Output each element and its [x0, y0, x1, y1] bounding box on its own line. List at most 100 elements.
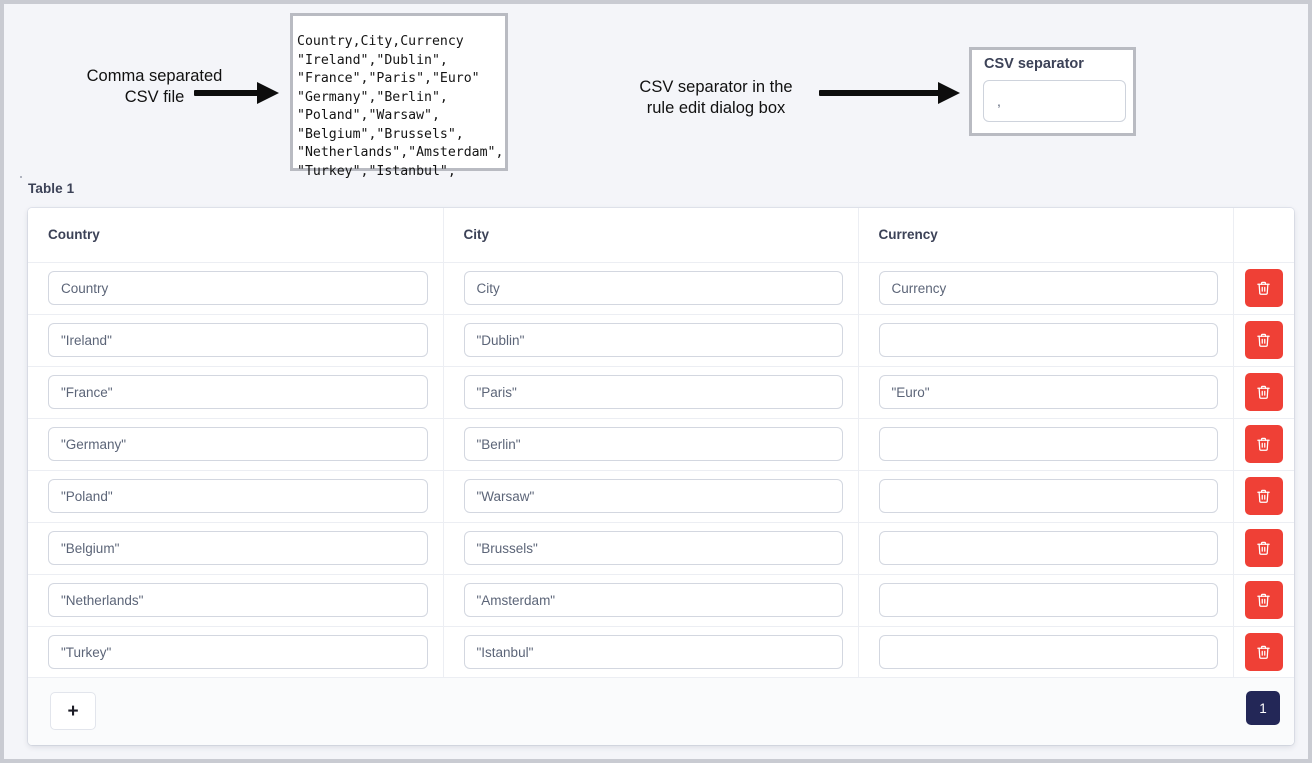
- column-header-city: City: [443, 208, 859, 263]
- table-row: [28, 418, 1294, 471]
- cell-input-currency[interactable]: [878, 635, 1218, 669]
- table-cell-actions: [1233, 366, 1294, 419]
- table-cell-city: [443, 522, 859, 575]
- table-cell-currency: [858, 522, 1234, 575]
- delete-row-button[interactable]: [1244, 633, 1283, 671]
- table-cell-city: [443, 366, 859, 419]
- cell-input-country[interactable]: [48, 531, 428, 565]
- cell-input-city[interactable]: [463, 427, 843, 461]
- trash-icon: [1256, 280, 1271, 296]
- delete-row-button[interactable]: [1244, 581, 1283, 619]
- cell-input-currency[interactable]: [878, 531, 1218, 565]
- table-cell-currency: [858, 574, 1234, 627]
- annotation-separator-label: CSV separator in the rule edit dialog bo…: [639, 78, 793, 117]
- table-header-row: Country City Currency: [28, 208, 1294, 263]
- delete-row-button[interactable]: [1244, 477, 1283, 515]
- trash-icon: [1256, 384, 1271, 400]
- csv-file-preview-box: Country,City,Currency "Ireland","Dublin"…: [290, 13, 508, 179]
- table-cell-currency: [858, 262, 1234, 315]
- table-row: [28, 366, 1294, 419]
- table-cell-currency: [858, 470, 1234, 523]
- table-cell-city: [443, 314, 859, 367]
- cell-input-city[interactable]: [463, 375, 843, 409]
- table-row: [28, 522, 1294, 575]
- cell-input-city[interactable]: [463, 583, 843, 617]
- table-footer: + 1: [28, 677, 1294, 745]
- table-cell-country: [28, 262, 444, 315]
- table-cell-currency: [858, 314, 1234, 367]
- table-cell-actions: [1233, 626, 1294, 679]
- trash-icon: [1256, 592, 1271, 608]
- arrow-head: [938, 82, 960, 104]
- csv-file-content: Country,City,Currency "Ireland","Dublin"…: [297, 34, 504, 179]
- table-title: Table 1: [28, 181, 75, 196]
- column-header-actions: [1233, 208, 1294, 263]
- delete-row-button[interactable]: [1244, 529, 1283, 567]
- table-cell-currency: [858, 626, 1234, 679]
- table-cell-actions: [1233, 418, 1294, 471]
- cell-input-country[interactable]: [48, 271, 428, 305]
- table-cell-country: [28, 470, 444, 523]
- cell-input-country[interactable]: [48, 323, 428, 357]
- table-cell-city: [443, 470, 859, 523]
- delete-row-button[interactable]: [1244, 269, 1283, 307]
- table-row: [28, 314, 1294, 367]
- table-cell-actions: [1233, 574, 1294, 627]
- column-header-country: Country: [28, 208, 444, 263]
- table-cell-actions: [1233, 314, 1294, 367]
- trash-icon: [1256, 436, 1271, 452]
- table-cell-city: [443, 626, 859, 679]
- cell-input-currency[interactable]: [878, 323, 1218, 357]
- table-row: [28, 626, 1294, 679]
- table-cell-country: [28, 574, 444, 627]
- arrow-shaft: [819, 90, 941, 96]
- annotation-arrow-right-icon: [194, 80, 280, 106]
- cell-input-country[interactable]: [48, 479, 428, 513]
- table-cell-actions: [1233, 470, 1294, 523]
- table-cell-country: [28, 522, 444, 575]
- cell-input-currency[interactable]: [878, 479, 1218, 513]
- cell-input-city[interactable]: [463, 271, 843, 305]
- table-row: [28, 262, 1294, 315]
- table-cell-country: [28, 418, 444, 471]
- trash-icon: [1256, 644, 1271, 660]
- delete-row-button[interactable]: [1244, 321, 1283, 359]
- table-card: Country City Currency + 1: [28, 208, 1294, 745]
- trash-icon: [1256, 540, 1271, 556]
- cell-input-city[interactable]: [463, 323, 843, 357]
- table-row: [28, 470, 1294, 523]
- cell-input-country[interactable]: [48, 583, 428, 617]
- add-row-button[interactable]: +: [50, 692, 96, 730]
- pagination: 1: [1246, 691, 1280, 725]
- table-cell-city: [443, 574, 859, 627]
- delete-row-button[interactable]: [1244, 425, 1283, 463]
- trash-icon: [1256, 488, 1271, 504]
- cell-input-currency[interactable]: [878, 375, 1218, 409]
- cell-input-country[interactable]: [48, 635, 428, 669]
- screenshot-root: Comma separated CSV file Country,City,Cu…: [0, 0, 1312, 763]
- pagination-page-1[interactable]: 1: [1246, 691, 1280, 725]
- cell-input-city[interactable]: [463, 635, 843, 669]
- cell-input-city[interactable]: [463, 479, 843, 513]
- cell-input-country[interactable]: [48, 375, 428, 409]
- cell-input-currency[interactable]: [878, 583, 1218, 617]
- data-table: Country City Currency: [28, 208, 1294, 679]
- delete-row-button[interactable]: [1244, 373, 1283, 411]
- cell-input-city[interactable]: [463, 531, 843, 565]
- arrow-head: [257, 82, 279, 104]
- table-cell-city: [443, 418, 859, 471]
- csv-separator-input[interactable]: [983, 80, 1126, 122]
- cell-input-country[interactable]: [48, 427, 428, 461]
- table-cell-country: [28, 314, 444, 367]
- table-row: [28, 574, 1294, 627]
- cell-input-currency[interactable]: [878, 271, 1218, 305]
- cell-input-currency[interactable]: [878, 427, 1218, 461]
- table-cell-city: [443, 262, 859, 315]
- trash-icon: [1256, 332, 1271, 348]
- csv-separator-title: CSV separator: [984, 56, 1084, 72]
- table-cell-actions: [1233, 522, 1294, 575]
- csv-separator-dialog: CSV separator: [969, 47, 1136, 136]
- table-cell-country: [28, 626, 444, 679]
- table-body: [28, 262, 1294, 679]
- table-cell-actions: [1233, 262, 1294, 315]
